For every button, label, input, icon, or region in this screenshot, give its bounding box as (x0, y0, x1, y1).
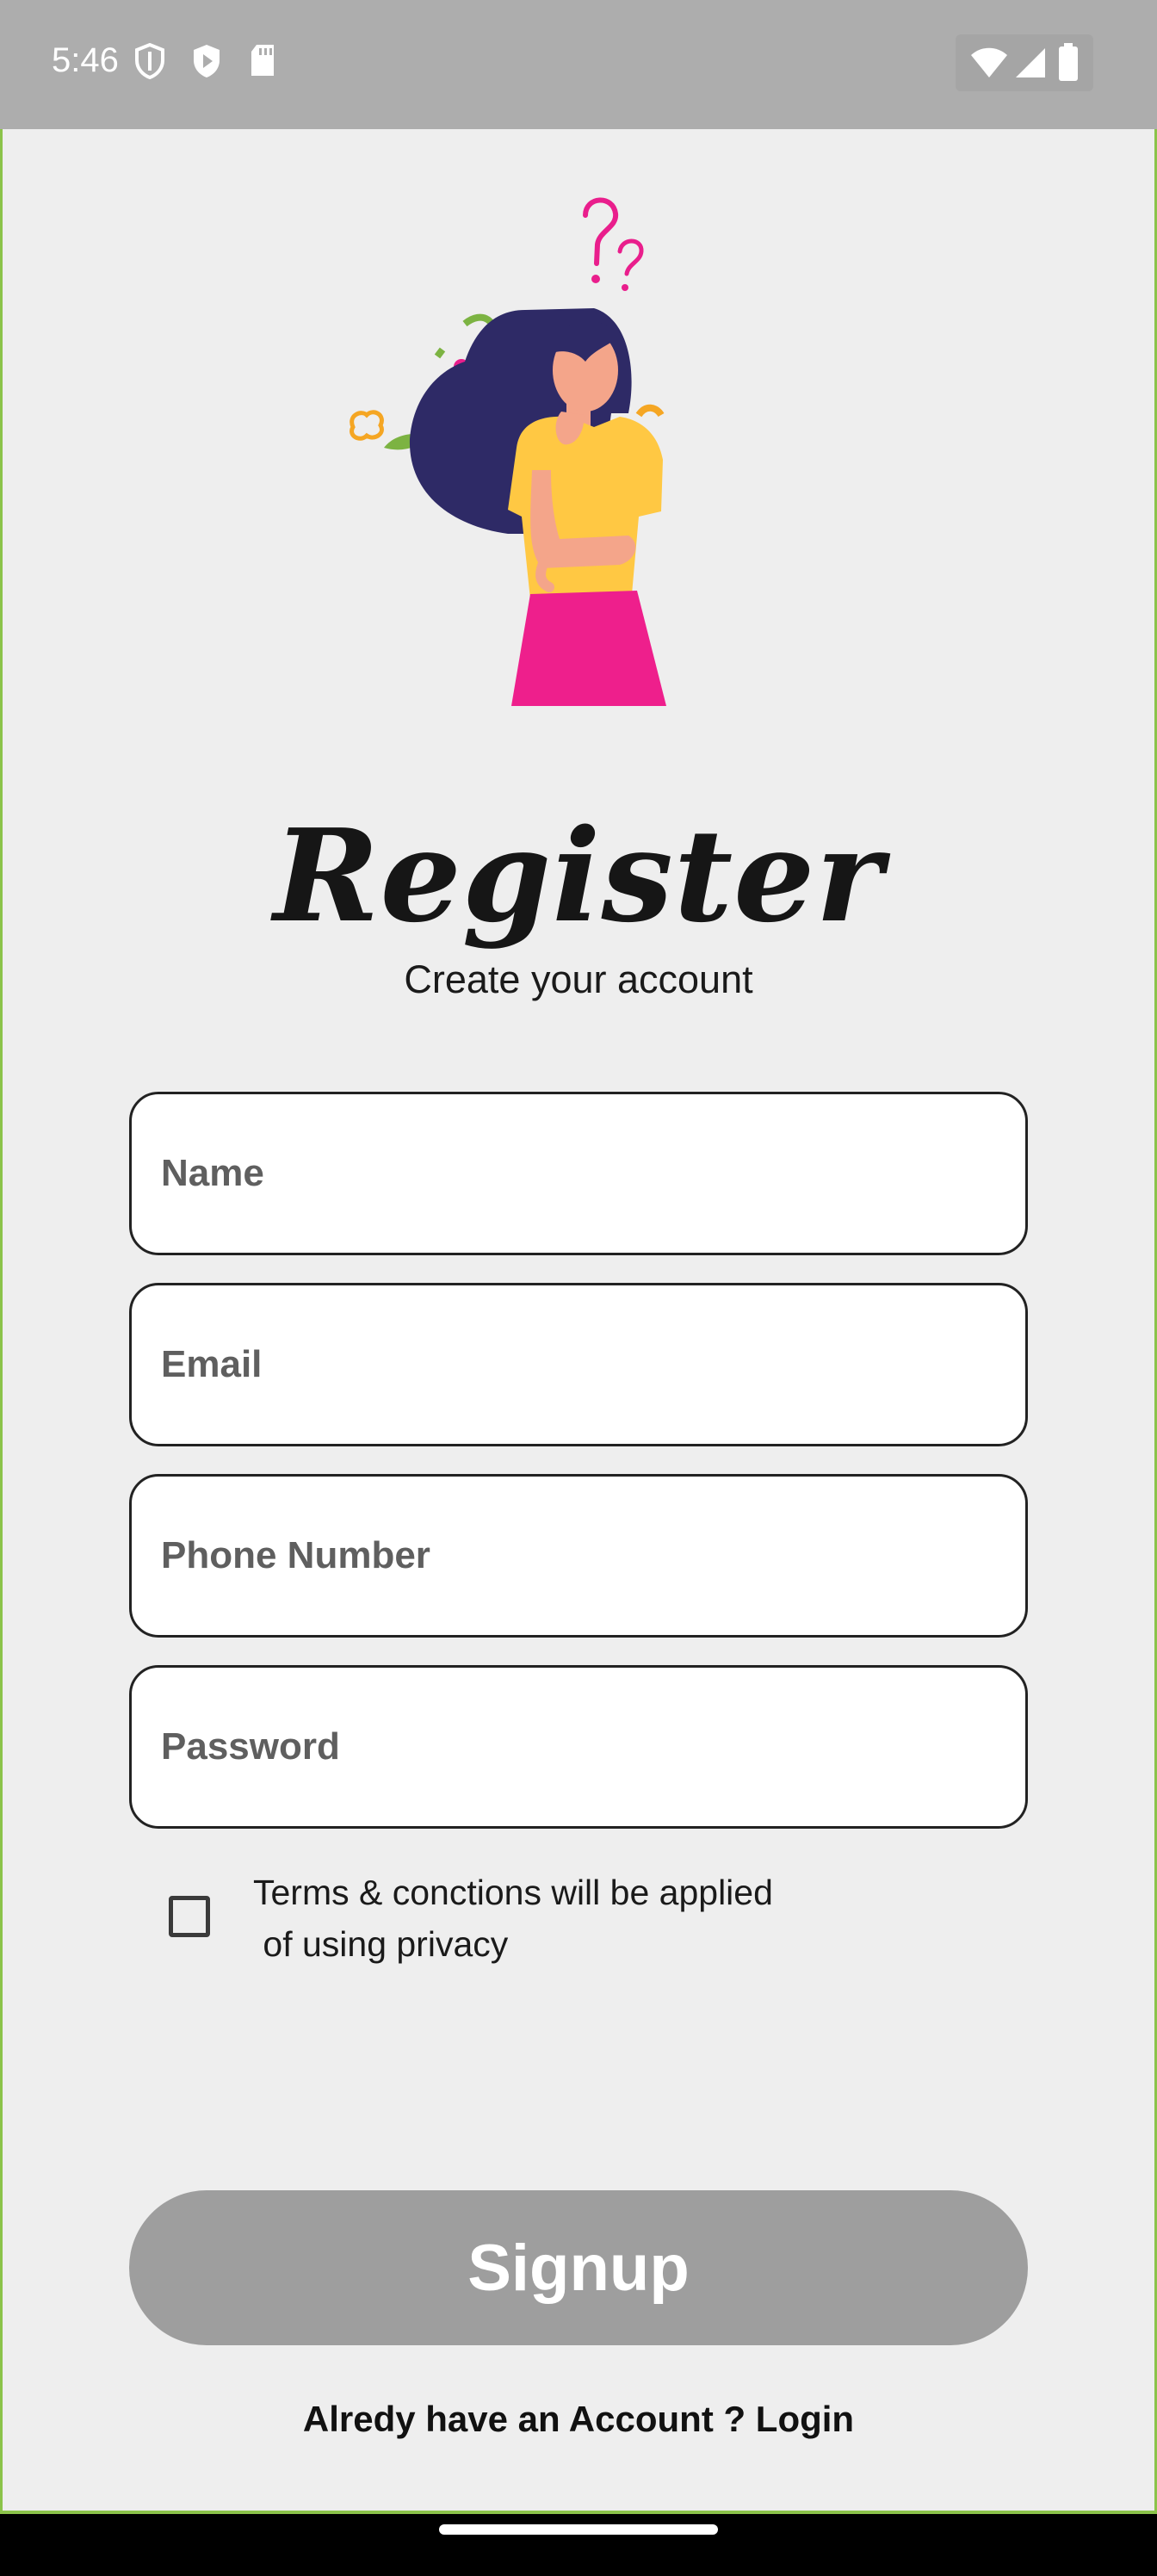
signal-icon (1014, 46, 1047, 84)
wifi-icon (969, 46, 1009, 84)
password-field[interactable] (129, 1665, 1028, 1829)
navigation-bar (0, 2514, 1157, 2576)
page-title: Register (273, 801, 884, 951)
status-bar: 5:46 (0, 0, 1157, 129)
terms-line-2: of using privacy (253, 1924, 509, 1964)
home-gesture-handle[interactable] (439, 2524, 718, 2535)
terms-line-1: Terms & conctions will be applied (253, 1873, 773, 1912)
email-field[interactable] (129, 1283, 1028, 1446)
phone-field[interactable] (129, 1474, 1028, 1638)
sd-card-icon (248, 43, 277, 82)
password-input[interactable] (159, 1668, 998, 1826)
signup-button[interactable]: Signup (129, 2190, 1028, 2345)
login-link[interactable]: Alredy have an Account ? Login (0, 2399, 1157, 2440)
status-time: 5:46 (52, 41, 119, 79)
play-protect-icon (191, 43, 222, 84)
phone-input[interactable] (159, 1477, 998, 1635)
status-right-icons (956, 34, 1093, 91)
terms-text: Terms & conctions will be applied of usi… (253, 1867, 773, 1970)
name-field[interactable] (129, 1092, 1028, 1255)
name-input[interactable] (159, 1094, 998, 1253)
terms-checkbox[interactable] (169, 1896, 210, 1937)
thinking-woman-illustration (336, 189, 697, 706)
shield-icon (134, 42, 165, 84)
email-input[interactable] (159, 1285, 998, 1444)
battery-icon (1057, 43, 1080, 85)
page-subtitle: Create your account (404, 957, 753, 1001)
